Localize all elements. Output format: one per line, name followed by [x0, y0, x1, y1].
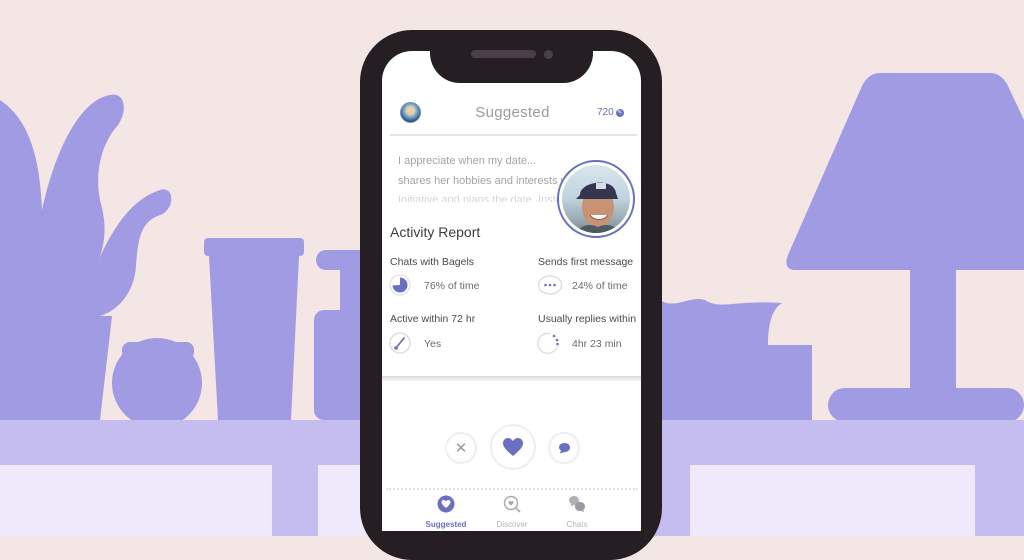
phone-speaker — [471, 50, 536, 58]
clock-dots-icon — [537, 332, 559, 354]
chat-bubble-icon — [537, 275, 563, 295]
stat-value-reply-time: 4hr 23 min — [572, 338, 622, 350]
pass-button[interactable]: ✕ — [445, 432, 477, 464]
nav-label-suggested: Suggested — [425, 520, 467, 529]
search-heart-icon — [503, 495, 521, 513]
nav-label-discover: Discover — [496, 520, 528, 529]
stat-label-chats: Chats with Bagels — [390, 256, 475, 268]
nav-label-chats: Chats — [566, 520, 588, 529]
card-shadow — [382, 376, 641, 382]
message-button[interactable] — [548, 432, 580, 464]
bottom-nav-divider — [386, 488, 638, 490]
cup-illustration — [204, 238, 304, 420]
pie-chart-icon — [389, 274, 411, 296]
heart-icon — [503, 438, 523, 456]
gauge-icon — [389, 332, 411, 354]
profile-photo-image — [576, 182, 620, 233]
stat-value-active: Yes — [424, 338, 442, 350]
stat-label-first-message: Sends first message — [538, 256, 634, 268]
page-title: Suggested — [475, 104, 550, 121]
lamp-illustration — [786, 73, 1024, 422]
stat-label-active: Active within 72 hr — [390, 313, 476, 325]
cabinet-panel-right — [690, 465, 975, 536]
bean-counter[interactable]: 720 ✎ — [597, 107, 624, 118]
stat-value-chats: 76% of time — [424, 280, 480, 292]
nav-tab-chats[interactable]: Chats — [547, 495, 607, 529]
tissue-box-illustration — [660, 298, 812, 420]
prompt-answer-line-faded: Initiative and plans the date. Instead — [398, 194, 575, 202]
cabinet-panel-left — [0, 465, 272, 536]
stat-value-first-message: 24% of time — [572, 280, 628, 292]
close-icon: ✕ — [454, 439, 468, 457]
nav-tab-discover[interactable]: Discover — [482, 495, 542, 529]
phone-camera — [544, 50, 553, 59]
prompt-answer-line: shares her hobbies and interests w — [398, 175, 569, 187]
heart-circle-icon — [437, 495, 455, 513]
chat-icon — [558, 443, 570, 454]
like-button[interactable] — [490, 424, 536, 470]
nav-tab-suggested[interactable]: Suggested — [416, 495, 476, 529]
header-divider — [390, 134, 637, 136]
bagel-logo-icon[interactable] — [400, 102, 421, 123]
activity-report-title: Activity Report — [390, 224, 481, 240]
bean-count: 720 — [597, 107, 614, 118]
jar-illustration — [112, 338, 202, 428]
chats-icon — [569, 496, 585, 512]
bean-icon: ✎ — [615, 108, 624, 117]
prompt-question: I appreciate when my date... — [398, 155, 537, 167]
profile-photo[interactable] — [557, 160, 635, 238]
stat-label-reply-time: Usually replies within — [538, 313, 637, 325]
